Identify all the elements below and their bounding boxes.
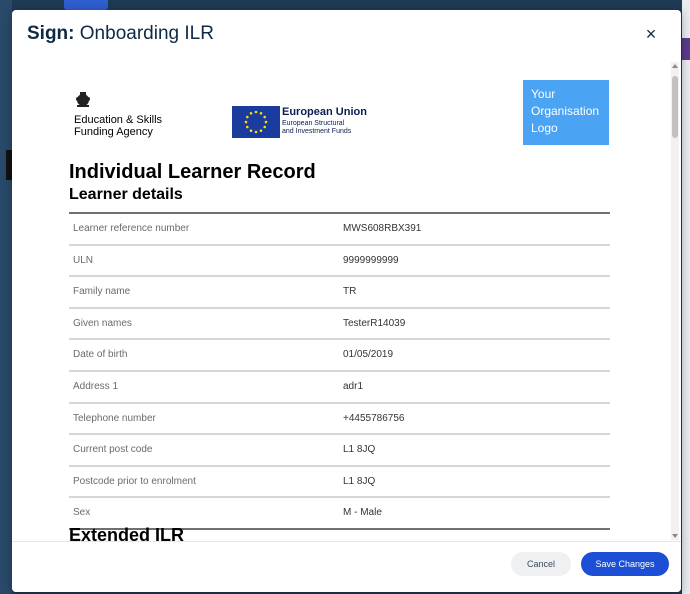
row-label: Learner reference number xyxy=(73,223,190,234)
row-value: 01/05/2019 xyxy=(343,349,394,361)
save-changes-button[interactable]: Save Changes xyxy=(581,552,669,576)
scroll-up-icon[interactable] xyxy=(672,64,678,68)
modal-header: Sign: Onboarding ILR × xyxy=(12,10,681,60)
eu-title: European Union xyxy=(282,106,367,118)
table-row: Given names TesterR14039 xyxy=(69,309,610,341)
table-row: ULN 9999999999 xyxy=(69,246,610,278)
eu-logo: European Union European Structural and I… xyxy=(232,106,382,140)
row-value: 9999999999 xyxy=(343,254,399,266)
royal-crest-icon xyxy=(76,92,90,107)
row-value: adr1 xyxy=(343,380,364,392)
section-heading: Learner details xyxy=(69,186,183,203)
row-value: TesterR14039 xyxy=(343,317,406,329)
row-label: Postcode prior to enrolment xyxy=(73,475,196,487)
table-row: Current post code L1 8JQ xyxy=(69,435,610,467)
table-row: Family name TR xyxy=(69,277,610,309)
modal-footer: Cancel Save Changes xyxy=(12,541,681,592)
esfa-logo: Education & Skills Funding Agency xyxy=(74,90,184,138)
esfa-line2: Funding Agency xyxy=(74,126,153,138)
background-app-button xyxy=(64,0,108,10)
background-app-right xyxy=(682,0,690,594)
modal-title-text: Onboarding ILR xyxy=(79,23,214,44)
row-value: L1 8JQ xyxy=(343,444,376,456)
eu-sub-line2: and Investment Funds xyxy=(282,128,352,135)
modal-title-prefix: Sign: xyxy=(27,23,75,44)
close-icon[interactable]: × xyxy=(641,24,661,44)
scroll-down-icon[interactable] xyxy=(672,534,678,538)
sign-modal: Sign: Onboarding ILR × Education & Skill… xyxy=(12,10,681,592)
esfa-line1: Education & Skills xyxy=(74,114,163,126)
row-label: ULN xyxy=(73,254,94,266)
eu-subtitle: European Structural and Investment Funds xyxy=(282,120,351,136)
table-row: Date of birth 01/05/2019 xyxy=(69,340,610,372)
cancel-button[interactable]: Cancel xyxy=(511,552,571,576)
background-app-left xyxy=(0,0,12,594)
table-row: Learner reference number MWS608RBX391 xyxy=(69,214,610,246)
table-row: Address 1 adr1 xyxy=(69,372,610,404)
table-row: Telephone number +4455786756 xyxy=(69,404,610,436)
organisation-logo: Your Organisation Logo xyxy=(523,80,609,145)
row-label: Given names xyxy=(73,317,132,329)
org-logo-line1: Your xyxy=(531,87,556,101)
background-app-right-accent xyxy=(682,38,690,60)
row-label: Family name xyxy=(73,286,131,298)
row-value: M - Male xyxy=(343,507,382,519)
org-logo-line2: Organisation xyxy=(531,104,600,118)
extended-ilr-heading: Extended ILR xyxy=(69,525,185,542)
document-heading: Individual Learner Record xyxy=(69,161,316,183)
document-viewer[interactable]: Education & Skills Funding Agency Europe… xyxy=(12,60,670,542)
row-value: L1 8JQ xyxy=(343,475,376,487)
modal-title: Sign: Onboarding ILR xyxy=(27,23,214,45)
row-label: Date of birth xyxy=(73,349,128,361)
row-label: Current post code xyxy=(73,444,153,456)
scrollbar-thumb[interactable] xyxy=(672,76,678,138)
org-logo-line3: Logo xyxy=(531,121,558,135)
row-value: +4455786756 xyxy=(343,412,405,424)
row-label: Address 1 xyxy=(73,380,119,392)
eu-flag-icon xyxy=(232,106,280,138)
document-scrollbar[interactable] xyxy=(671,62,679,540)
row-value: TR xyxy=(343,286,357,298)
row-label: Telephone number xyxy=(73,412,156,424)
row-label: Sex xyxy=(73,507,91,519)
row-value: MWS608RBX391 xyxy=(343,223,422,234)
learner-details-table: Learner reference number MWS608RBX391 UL… xyxy=(69,212,610,530)
table-row: Postcode prior to enrolment L1 8JQ xyxy=(69,467,610,499)
eu-sub-line1: European Structural xyxy=(282,120,345,127)
